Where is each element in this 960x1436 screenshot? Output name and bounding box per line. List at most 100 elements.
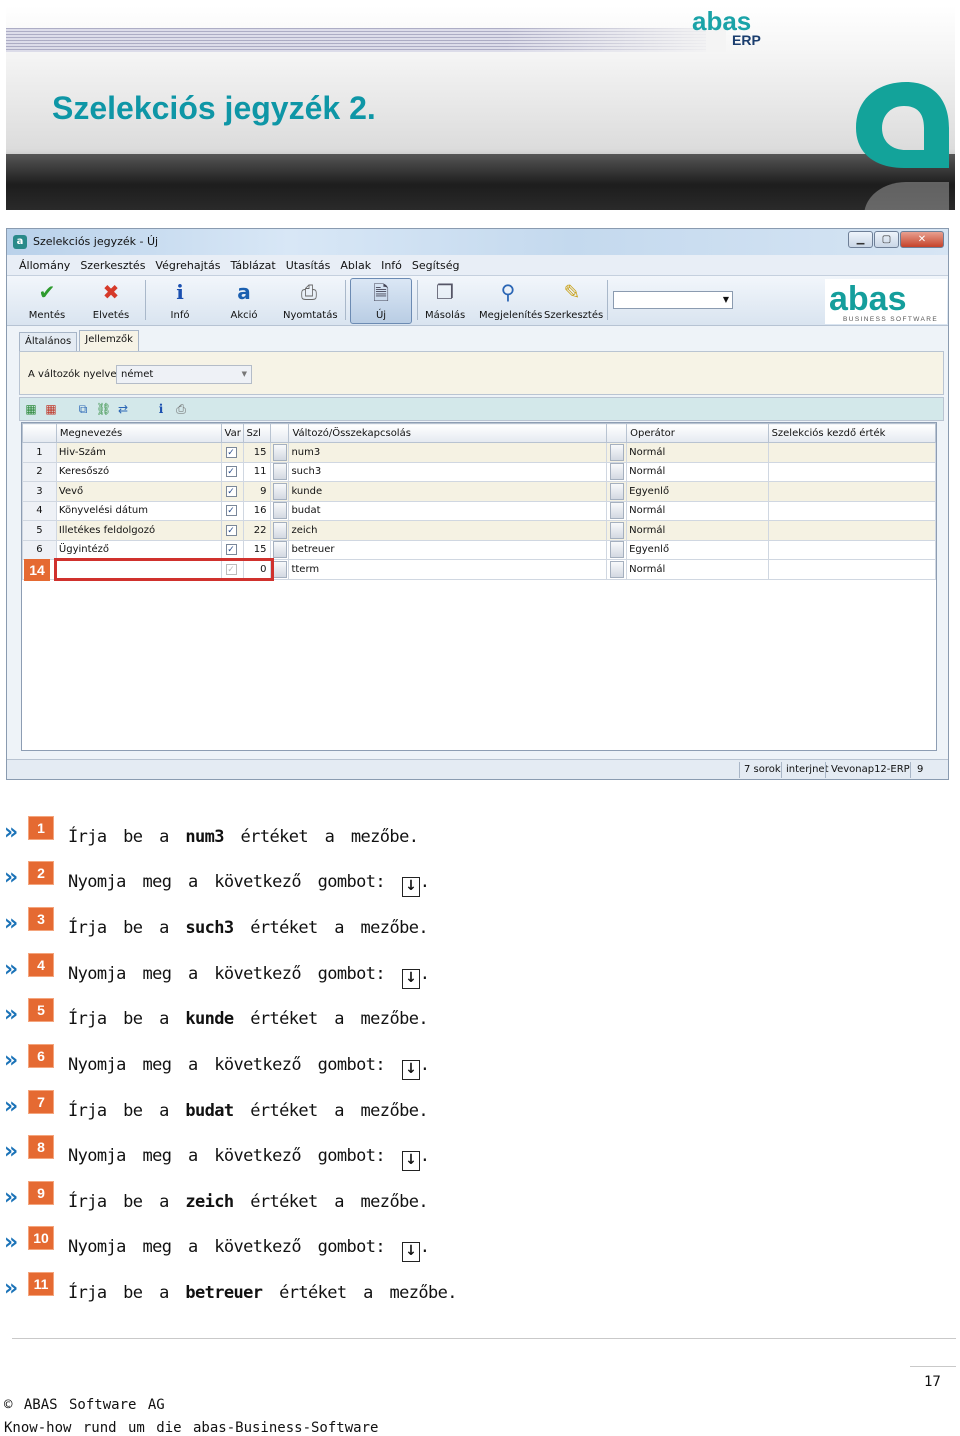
table-row[interactable]: 3 Vevő ✓ 9 kunde Egyenlő	[22, 481, 937, 502]
table-delete-icon[interactable]: ▦	[44, 402, 58, 416]
name-cell[interactable]: Illetékes feldolgozó	[55, 520, 222, 541]
operator-cell[interactable]: Normál	[626, 559, 769, 580]
close-button[interactable]: ✕	[900, 231, 944, 248]
table-row[interactable]: 5 Illetékes feldolgozó ✓ 22 zeich Normál	[22, 520, 937, 541]
checkbox[interactable]: ✓	[225, 446, 237, 458]
szl-cell[interactable]: 9	[242, 481, 272, 502]
szl-cell[interactable]: 15	[242, 539, 272, 560]
operator-button[interactable]	[606, 442, 628, 463]
szl-cell[interactable]: 11	[242, 461, 272, 482]
mini-button[interactable]	[272, 502, 287, 520]
checkbox[interactable]: ✓	[225, 485, 237, 497]
checkbox[interactable]: ✓	[225, 544, 237, 555]
field-button[interactable]	[270, 500, 290, 521]
edit-button[interactable]: ✎ Szerkesztés	[544, 278, 603, 324]
start-value-cell[interactable]	[767, 461, 937, 482]
start-value-cell[interactable]	[767, 481, 937, 502]
variable-cell[interactable]: budat	[288, 500, 608, 521]
szl-cell[interactable]: 22	[242, 520, 272, 541]
table-row[interactable]: 1 Hiv-Szám ✓ 15 num3 Normál	[22, 442, 937, 463]
variable-cell[interactable]: num3	[288, 442, 608, 463]
copy-icon[interactable]: ⧉	[76, 402, 90, 416]
szl-cell[interactable]: 16	[242, 500, 272, 521]
col-header-szl[interactable]: Szl	[242, 423, 272, 443]
variable-cell[interactable]: zeich	[288, 520, 608, 541]
operator-button[interactable]	[606, 520, 628, 541]
tab-jellemzok[interactable]: Jellemzők	[79, 330, 139, 352]
menu-info[interactable]: Infó	[381, 259, 402, 272]
menu-tablazat[interactable]: Táblázat	[230, 259, 275, 272]
action-button[interactable]: a Akció	[227, 278, 261, 324]
tab-altalanos[interactable]: Általános	[19, 332, 78, 352]
operator-cell[interactable]: Egyenlő	[626, 539, 769, 560]
start-value-cell[interactable]	[767, 559, 937, 580]
field-button[interactable]	[270, 461, 290, 482]
menu-szerkesztes[interactable]: Szerkesztés	[80, 259, 145, 272]
checkbox[interactable]: ✓	[225, 524, 237, 536]
col-header-var[interactable]: Var	[220, 423, 244, 443]
menu-allomany[interactable]: Állomány	[19, 259, 70, 272]
var-checkbox[interactable]: ✓	[220, 481, 244, 502]
operator-cell[interactable]: Egyenlő	[626, 481, 769, 502]
operator-button[interactable]	[606, 559, 628, 580]
menu-vegrehajtas[interactable]: Végrehajtás	[155, 259, 220, 272]
display-button[interactable]: ⚲ Megjelenítés	[479, 278, 542, 324]
new-button[interactable]: 🗎 Új	[350, 278, 412, 324]
operator-button[interactable]	[606, 539, 628, 560]
mini-button[interactable]	[609, 482, 624, 500]
table-add-icon[interactable]: ▦	[24, 402, 38, 416]
operator-cell[interactable]: Normál	[626, 461, 769, 482]
info-icon[interactable]: i	[154, 402, 168, 416]
col-header-variable[interactable]: Változó/Összekapcsolás	[288, 423, 608, 443]
field-button[interactable]	[270, 442, 290, 463]
toolbar-dropdown[interactable]: ▼	[613, 291, 733, 309]
operator-cell[interactable]: Normál	[626, 442, 769, 463]
start-value-cell[interactable]	[767, 500, 937, 521]
field-button[interactable]	[270, 539, 290, 560]
discard-button[interactable]: ✖ Elvetés	[89, 278, 133, 324]
mini-button[interactable]	[272, 560, 287, 578]
start-value-cell[interactable]	[767, 442, 937, 463]
col-header-name[interactable]: Megnevezés	[55, 423, 222, 443]
mini-button[interactable]	[609, 560, 624, 578]
var-checkbox[interactable]: ✓	[220, 461, 244, 482]
checkbox[interactable]: ✓	[225, 505, 237, 516]
printer-icon[interactable]: ⎙	[174, 402, 188, 416]
minimize-button[interactable]: ▁	[848, 231, 873, 248]
operator-cell[interactable]: Normál	[626, 520, 769, 541]
maximize-button[interactable]: ▢	[874, 231, 899, 248]
field-button[interactable]	[270, 481, 290, 502]
mini-button[interactable]	[272, 541, 287, 559]
mini-button[interactable]	[609, 443, 624, 461]
var-checkbox[interactable]: ✓	[220, 500, 244, 521]
menu-segitseg[interactable]: Segítség	[412, 259, 460, 272]
mini-button[interactable]	[272, 443, 287, 461]
variable-cell[interactable]: kunde	[288, 481, 608, 502]
mini-button[interactable]	[272, 463, 287, 481]
arrange-icon[interactable]: ⇄	[116, 402, 130, 416]
start-value-cell[interactable]	[767, 539, 937, 560]
operator-button[interactable]	[606, 500, 628, 521]
menu-ablak[interactable]: Ablak	[340, 259, 371, 272]
start-value-cell[interactable]	[767, 520, 937, 541]
variable-cell[interactable]: such3	[288, 461, 608, 482]
field-button[interactable]	[270, 520, 290, 541]
table-row[interactable]: 6 Ügyintéző ✓ 15 betreuer Egyenlő	[22, 539, 937, 560]
operator-button[interactable]	[606, 481, 628, 502]
name-cell[interactable]: Vevő	[55, 481, 222, 502]
var-checkbox[interactable]: ✓	[220, 520, 244, 541]
var-checkbox[interactable]: ✓	[220, 442, 244, 463]
mini-button[interactable]	[272, 521, 287, 539]
name-cell[interactable]: Hiv-Szám	[55, 442, 222, 463]
var-checkbox[interactable]: ✓	[220, 539, 244, 560]
info-button[interactable]: i Infó	[163, 278, 197, 324]
copy-button[interactable]: ❐ Másolás	[425, 278, 465, 324]
operator-cell[interactable]: Normál	[626, 500, 769, 521]
mini-button[interactable]	[609, 463, 624, 481]
variable-cell[interactable]: tterm	[288, 559, 608, 580]
link-icon[interactable]: ⛓	[96, 402, 111, 416]
table-row[interactable]: 4 Könyvelési dátum ✓ 16 budat Normál	[22, 500, 937, 521]
table-row[interactable]: 2 Keresőszó ✓ 11 such3 Normál	[22, 461, 937, 482]
name-cell[interactable]: Keresőszó	[55, 461, 222, 482]
mini-button[interactable]	[609, 521, 624, 539]
